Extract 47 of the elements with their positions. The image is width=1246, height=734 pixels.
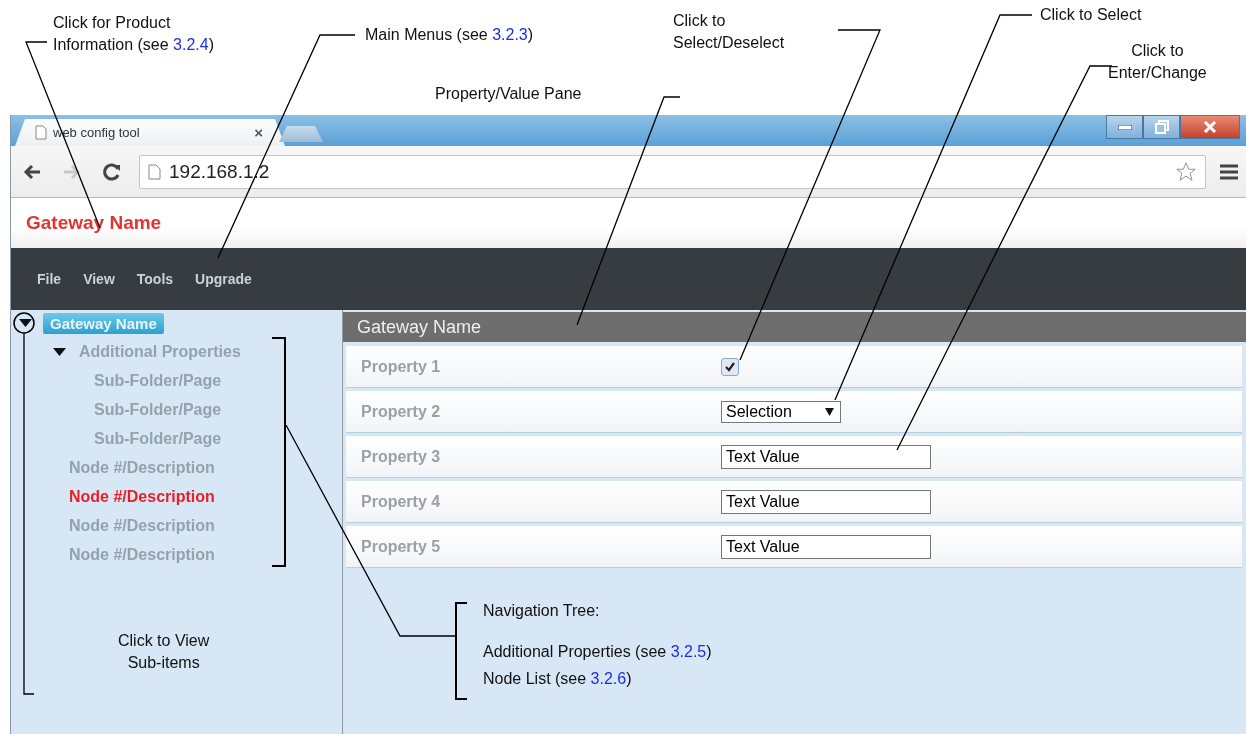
menu-item[interactable]: View [83, 271, 115, 287]
property-label: Property 3 [360, 447, 442, 466]
section-link[interactable]: 3.2.4 [173, 36, 209, 53]
menu-item[interactable]: Tools [136, 271, 174, 287]
section-link[interactable]: 3.2.3 [492, 26, 528, 43]
reload-icon [103, 162, 121, 181]
dropdown-arrow-icon [825, 407, 834, 416]
section-link[interactable]: 3.2.5 [670, 643, 707, 660]
close-tab-button[interactable]: × [254, 124, 263, 141]
callout-text: Property/Value Pane [435, 84, 582, 104]
property-label: Property 5 [360, 537, 442, 556]
forward-arrow-icon [63, 164, 81, 179]
property-label: Property 4 [360, 492, 442, 511]
highlight-ring [13, 312, 35, 334]
star-icon[interactable] [1175, 160, 1197, 183]
callout-text: Click to Select/Deselect [673, 11, 785, 53]
callout-text: Click to View Sub-items [118, 631, 210, 673]
page-icon [148, 163, 161, 180]
checkbox[interactable] [721, 357, 739, 376]
page-icon [35, 125, 47, 140]
minimize-button[interactable] [1106, 115, 1143, 139]
input-field[interactable]: Text Value [721, 534, 931, 559]
restore-button[interactable] [1143, 115, 1180, 139]
input-field[interactable]: Text Value [721, 489, 931, 514]
input-field[interactable]: Text Value [721, 444, 931, 469]
menu-item[interactable]: Upgrade [195, 271, 252, 287]
tree-item[interactable]: Node #/Description [69, 487, 215, 506]
checkmark-icon [725, 361, 735, 372]
callout-text: Click to Enter/Change [1108, 41, 1207, 83]
property-label: Property 1 [360, 357, 442, 376]
back-arrow-icon [23, 164, 41, 179]
expand-arrow-icon[interactable] [53, 347, 66, 356]
restore-icon [1154, 120, 1169, 134]
menu-item[interactable]: File [37, 271, 62, 287]
callout-text: Click for Product Information (see 3.2.4) [53, 13, 214, 55]
callout-text: Click to Select [1040, 5, 1142, 25]
section-link[interactable]: 3.2.6 [590, 670, 627, 687]
dropdown[interactable]: Selection [721, 400, 841, 423]
pane-title: Gateway Name [343, 312, 1246, 342]
callout-text: Navigation Tree: Additional Properties (see 3.2.5) Node List (see 3.2.6) [483, 601, 712, 689]
property-label: Property 2 [360, 402, 442, 421]
minimize-icon [1117, 124, 1132, 130]
close-icon [1203, 121, 1217, 133]
expand-arrow-icon[interactable] [18, 319, 32, 327]
close-button[interactable] [1180, 115, 1240, 139]
menu-icon[interactable] [1220, 163, 1238, 180]
callout-text: Main Menus (see 3.2.3) [365, 25, 534, 45]
